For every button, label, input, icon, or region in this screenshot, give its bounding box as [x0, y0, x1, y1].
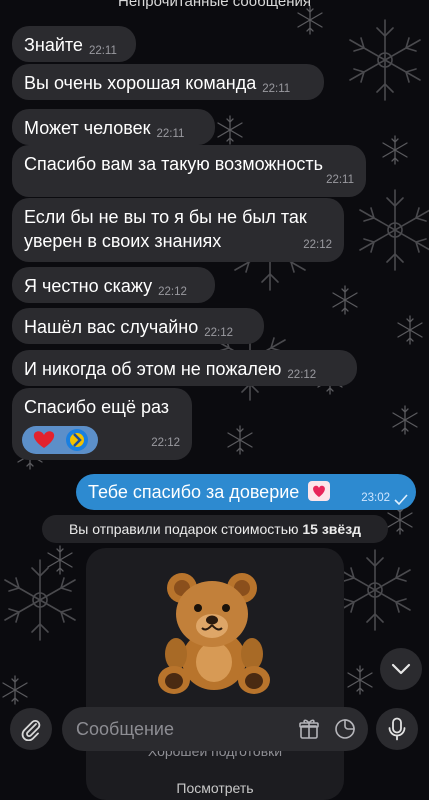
view-gift-button[interactable]: Посмотреть: [136, 780, 294, 796]
message-time: 22:11: [88, 45, 117, 57]
message-time: 23:02: [361, 492, 390, 504]
unread-messages-divider: Непрочитанные сообщения: [118, 0, 311, 10]
stars-amount: 15 звёзд: [302, 521, 362, 537]
message-text-line: уверен в своих знаниях: [24, 231, 222, 251]
message-input-bar: [0, 700, 429, 762]
message-time: 22:12: [303, 239, 332, 251]
message-time: 22:11: [326, 174, 354, 186]
scroll-down-button[interactable]: [380, 648, 422, 690]
message-input-container: [62, 707, 368, 751]
message-text: Тебе спасибо за доверие: [88, 482, 300, 502]
incoming-message[interactable]: Нашёл вас случайно 22:12: [12, 308, 264, 344]
message-time: 22:12: [287, 369, 317, 381]
incoming-message[interactable]: И никогда об этом не пожалею 22:12: [12, 350, 357, 386]
message-text: И никогда об этом не пожалею: [24, 359, 282, 379]
incoming-message[interactable]: Спасибо вам за такую возможность 22:11: [12, 145, 366, 197]
microphone-icon: [388, 717, 406, 741]
gift-service-message: Вы отправили подарок стоимостью 15 звёзд: [42, 515, 388, 543]
incoming-message[interactable]: Знайте 22:11: [12, 26, 136, 62]
incoming-message[interactable]: Вы очень хорошая команда 22:11: [12, 64, 324, 100]
incoming-message[interactable]: Если бы не вы то я бы не был так уверен …: [12, 198, 344, 262]
heart-emoji-icon: [308, 481, 331, 501]
incoming-message[interactable]: Я честно скажу 22:12: [12, 267, 215, 303]
message-time: 22:12: [158, 286, 187, 298]
message-text: Спасибо ещё раз: [24, 397, 170, 417]
message-text: Вы очень хорошая команда: [24, 73, 257, 93]
paperclip-icon: [21, 720, 41, 741]
read-check-icon: [394, 494, 408, 506]
message-time: 22:11: [156, 128, 185, 140]
message-text: Может человек: [24, 118, 151, 138]
message-text: Я честно скажу: [24, 276, 153, 296]
message-text: Спасибо вам за такую возможность: [24, 154, 323, 174]
incoming-message[interactable]: Спасибо ещё раз 22:12: [12, 388, 192, 460]
service-text: Вы отправили подарок стоимостью: [68, 521, 299, 537]
outgoing-message[interactable]: Тебе спасибо за доверие 23:02: [76, 474, 416, 510]
message-text-line: Если бы не вы то я бы не был так: [24, 207, 307, 227]
message-input[interactable]: [76, 717, 276, 741]
chevron-down-icon: [391, 663, 411, 675]
teddy-bear-icon: [158, 573, 270, 694]
message-text: Знайте: [24, 35, 83, 55]
incoming-message[interactable]: Может человек 22:11: [12, 109, 215, 145]
microphone-button[interactable]: [376, 708, 418, 750]
heart-emoji-icon: [22, 426, 98, 454]
gift-card[interactable]: Хорошей подготовки Посмотреть: [86, 548, 344, 800]
message-time: 22:11: [262, 83, 291, 95]
attach-button[interactable]: [10, 708, 52, 750]
message-time: 22:12: [151, 437, 180, 449]
sticker-icon[interactable]: [334, 718, 356, 740]
message-time: 22:12: [204, 327, 234, 339]
message-text: Нашёл вас случайно: [24, 317, 199, 337]
gift-icon[interactable]: [298, 718, 320, 740]
